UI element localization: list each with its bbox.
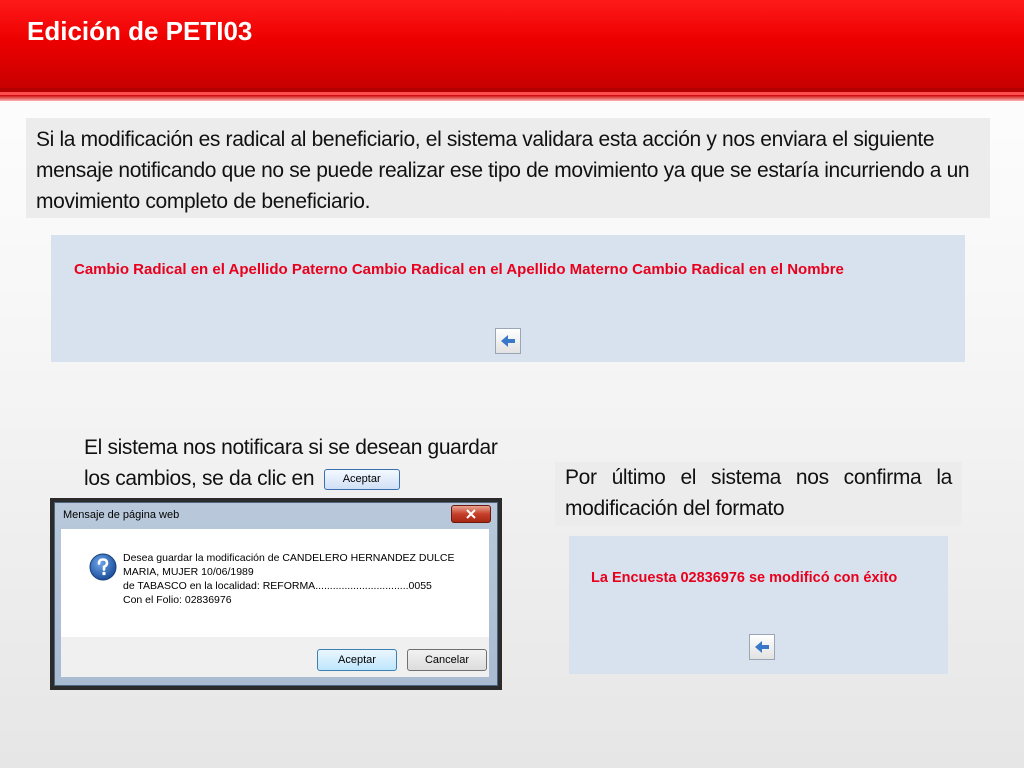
back-button[interactable] (749, 634, 775, 660)
dialog-message-line: MARIA, MUJER 10/06/1989 (123, 566, 254, 578)
back-arrow-icon (755, 641, 769, 653)
header-stripe (0, 95, 1024, 101)
slide-title: Edición de PETI03 (27, 16, 253, 46)
dialog-title: Mensaje de página web (63, 509, 180, 521)
inline-accept-button: Aceptar (323, 468, 400, 490)
back-arrow-icon (501, 335, 515, 347)
success-message: La Encuesta 02836976 se modificó con éxi… (591, 570, 898, 586)
dialog-message-line: Con el Folio: 02836976 (123, 594, 232, 606)
dialog-message: Desea guardar la modificación de CANDELE… (123, 551, 483, 607)
dialog-frame: Mensaje de página web Desea guardar la m (54, 502, 498, 686)
close-icon (466, 509, 476, 519)
dialog-footer: Aceptar Cancelar (61, 637, 489, 677)
radical-change-message: Cambio Radical en el Apellido Paterno Ca… (74, 261, 844, 278)
question-icon (89, 553, 117, 581)
dialog-close-button[interactable] (451, 505, 491, 523)
dialog-message-line: Desea guardar la modificación de CANDELE… (123, 552, 455, 564)
save-note: El sistema nos notificara si se desean g… (84, 432, 504, 494)
cancel-button[interactable]: Cancelar (407, 649, 487, 671)
slide-header: Edición de PETI03 (0, 0, 1024, 88)
intro-text: Si la modificación es radical al benefic… (26, 118, 990, 218)
save-note-text: El sistema nos notificara si se desean g… (84, 436, 498, 490)
success-panel: La Encuesta 02836976 se modificó con éxi… (569, 536, 948, 674)
confirm-note: Por último el sistema nos confirma la mo… (555, 462, 962, 526)
radical-change-panel: Cambio Radical en el Apellido Paterno Ca… (51, 235, 965, 362)
accept-button[interactable]: Aceptar (317, 649, 397, 671)
back-button[interactable] (495, 328, 521, 354)
dialog-message-line: de TABASCO en la localidad: REFORMA.....… (123, 580, 432, 592)
dialog-body: Desea guardar la modificación de CANDELE… (61, 529, 489, 637)
confirm-dialog: Mensaje de página web Desea guardar la m (50, 498, 502, 690)
